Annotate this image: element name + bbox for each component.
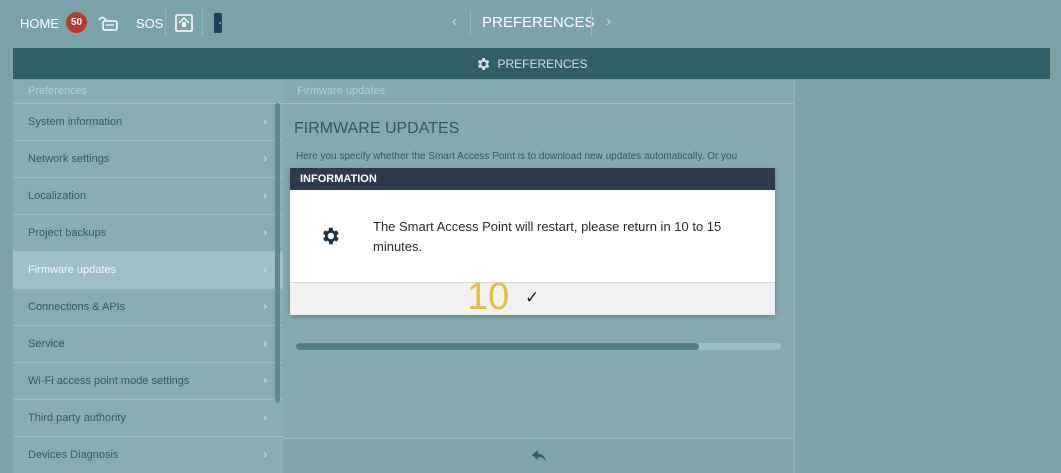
sidebar-item-label: Connections & APIs <box>28 301 126 313</box>
chevron-right-icon: › <box>263 449 267 461</box>
breadcrumb: Firmware updates <box>283 80 794 104</box>
divider <box>591 10 592 36</box>
confirm-check-button[interactable]: ✓ <box>525 288 539 308</box>
countdown-timer: 10 <box>467 276 510 318</box>
sidebar-item-label: Network settings <box>28 153 110 165</box>
sidebar-item-network-settings[interactable]: Network settings › <box>13 141 283 178</box>
chevron-right-icon: › <box>263 375 267 387</box>
chevron-right-icon: › <box>263 338 267 350</box>
chevron-right-icon: › <box>263 116 267 128</box>
sidebar-item-label: Firmware updates <box>28 264 117 276</box>
top-bar: HOME 50 SOS ‹ PREFERENCES › <box>0 0 1061 47</box>
notification-badge[interactable]: 50 <box>66 12 87 33</box>
sidebar-item-label: Service <box>28 338 65 350</box>
sidebar-item-connections-apis[interactable]: Connections & APIs › <box>13 289 283 326</box>
sidebar-title: Preferences <box>13 80 283 104</box>
dialog-body: The Smart Access Point will restart, ple… <box>290 190 775 282</box>
sidebar: Preferences System information › Network … <box>13 80 283 473</box>
sidebar-item-label: Project backups <box>28 227 107 239</box>
chevron-right-icon: › <box>263 190 267 202</box>
chevron-right-icon: › <box>263 264 267 276</box>
chevron-right-icon: › <box>263 227 267 239</box>
right-panel <box>794 80 1051 473</box>
chevron-right-icon: › <box>263 301 267 313</box>
dialog-message: The Smart Access Point will restart, ple… <box>373 219 722 254</box>
sidebar-item-label: Devices Diagnosis <box>28 449 119 461</box>
sidebar-item-label: System information <box>28 116 123 128</box>
page-heading: FIRMWARE UPDATES <box>294 120 460 137</box>
door-icon[interactable] <box>213 11 225 35</box>
header-title: PREFERENCES <box>497 56 588 71</box>
gear-icon <box>323 227 339 245</box>
notification-count: 50 <box>70 17 83 28</box>
intercom-icon-svg <box>98 16 118 31</box>
information-dialog: INFORMATION The Smart Access Point will … <box>290 168 775 318</box>
progress-bar <box>296 343 781 350</box>
back-button[interactable] <box>283 438 794 473</box>
sos-button[interactable]: SOS <box>136 11 163 35</box>
next-page-arrow[interactable]: › <box>606 13 611 31</box>
chevron-right-icon: › <box>263 153 267 165</box>
sidebar-item-firmware-updates[interactable]: Firmware updates › <box>13 252 283 289</box>
dialog-title: INFORMATION <box>290 168 775 190</box>
home-lock-icon[interactable] <box>174 11 194 35</box>
page-title: PREFERENCES <box>482 14 595 31</box>
home-lock-icon-svg <box>175 14 193 32</box>
sidebar-item-devices-diagnosis[interactable]: Devices Diagnosis › <box>13 437 283 473</box>
progress-fill <box>296 343 699 350</box>
sidebar-item-localization[interactable]: Localization › <box>13 178 283 215</box>
gear-icon <box>478 57 490 70</box>
sidebar-item-system-information[interactable]: System information › <box>13 104 283 141</box>
sidebar-item-label: Localization <box>28 190 87 202</box>
divider <box>470 10 471 36</box>
sidebar-item-label: Third party authority <box>28 412 126 424</box>
divider <box>165 10 166 36</box>
sos-label: SOS <box>136 15 164 31</box>
sidebar-item-label: Wi-Fi access point mode settings <box>28 375 190 387</box>
sidebar-item-project-backups[interactable]: Project backups › <box>13 215 283 252</box>
sidebar-item-service[interactable]: Service › <box>13 326 283 363</box>
home-button[interactable]: HOME <box>20 11 59 35</box>
preferences-header: PREFERENCES <box>13 48 1050 79</box>
sidebar-scrollbar[interactable] <box>275 103 280 403</box>
prev-page-arrow[interactable]: ‹ <box>452 13 457 31</box>
sidebar-item-third-party-authority[interactable]: Third party authority › <box>13 400 283 437</box>
chevron-right-icon: › <box>263 412 267 424</box>
sidebar-item-wifi-access-point[interactable]: Wi-Fi access point mode settings › <box>13 363 283 400</box>
back-arrow-icon <box>531 450 546 462</box>
divider <box>202 10 203 36</box>
door-icon-svg <box>214 13 222 33</box>
home-label: HOME <box>20 15 59 31</box>
description-text: Here you specify whether the Smart Acces… <box>296 151 738 162</box>
dialog-footer: 10 ✓ <box>290 276 775 318</box>
intercom-icon[interactable] <box>96 11 120 35</box>
